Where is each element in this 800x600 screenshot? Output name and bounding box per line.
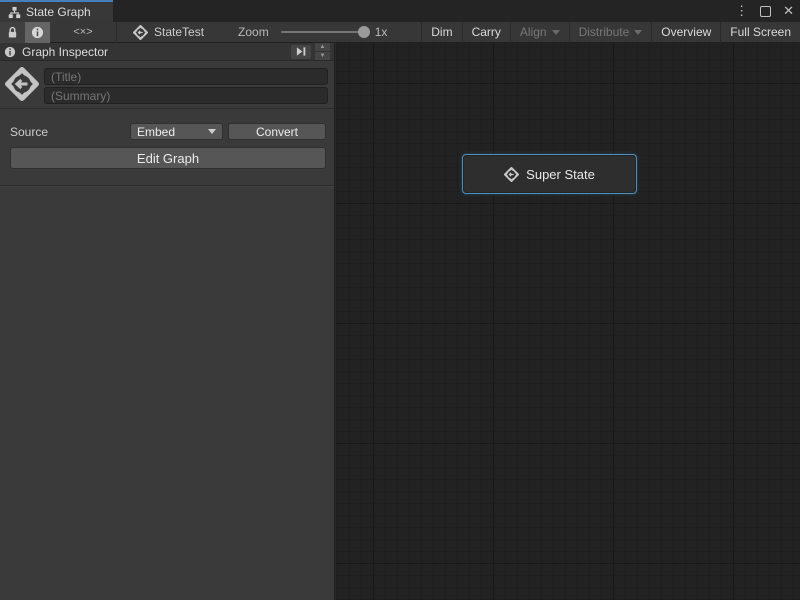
- window-tab-bar: State Graph ⋮ ✕: [0, 0, 800, 22]
- info-icon: [31, 26, 44, 39]
- inspector-header: Graph Inspector ▲ ▼: [0, 43, 334, 61]
- edit-graph-button[interactable]: Edit Graph: [10, 147, 326, 169]
- chevron-down-icon: [634, 30, 642, 35]
- distribute-button[interactable]: Distribute: [569, 22, 652, 43]
- zoom-slider[interactable]: [281, 31, 365, 33]
- skip-end-icon: [295, 46, 307, 57]
- maximize-icon[interactable]: [760, 6, 771, 17]
- full-screen-button[interactable]: Full Screen: [720, 22, 800, 43]
- divider: [0, 108, 334, 109]
- close-icon[interactable]: ✕: [783, 0, 794, 22]
- state-graph-icon: [504, 167, 519, 182]
- scroll-up-button[interactable]: ▲: [315, 43, 330, 51]
- source-dropdown[interactable]: Embed: [130, 123, 223, 140]
- align-button[interactable]: Align: [510, 22, 569, 43]
- carry-button[interactable]: Carry: [462, 22, 510, 43]
- zoom-value: 1x: [375, 25, 388, 39]
- breadcrumb-label: StateTest: [154, 25, 204, 39]
- scroll-down-button[interactable]: ▼: [315, 52, 330, 60]
- divider: [0, 185, 334, 186]
- hierarchy-icon: [8, 6, 21, 19]
- breadcrumb[interactable]: StateTest: [117, 25, 214, 40]
- info-toggle-button[interactable]: [25, 22, 50, 43]
- node-label: Super State: [526, 167, 595, 182]
- dim-button[interactable]: Dim: [421, 22, 461, 43]
- overview-button[interactable]: Overview: [651, 22, 720, 43]
- window-controls: ⋮ ✕: [735, 0, 794, 22]
- chevron-down-icon: [552, 30, 560, 35]
- tab-label: State Graph: [26, 5, 91, 19]
- graph-toolbar: <×> StateTest Zoom 1x Dim Carry Align: [0, 22, 800, 43]
- info-icon: [4, 46, 16, 58]
- code-icon: <×>: [73, 26, 92, 38]
- source-label: Source: [10, 125, 48, 139]
- tab-state-graph[interactable]: State Graph: [0, 0, 113, 22]
- title-field[interactable]: [44, 68, 328, 85]
- zoom-slider-thumb[interactable]: [358, 26, 370, 38]
- code-view-button[interactable]: <×>: [50, 22, 116, 43]
- inspector-title: Graph Inspector: [22, 45, 108, 59]
- summary-field[interactable]: [44, 87, 328, 104]
- toolbar-right-group: Dim Carry Align Distribute Overview Full…: [421, 22, 800, 43]
- zoom-label: Zoom: [238, 25, 269, 39]
- lock-icon: [7, 26, 18, 39]
- convert-button[interactable]: Convert: [228, 123, 326, 140]
- pin-panel-button[interactable]: [291, 45, 311, 59]
- graph-inspector-panel: Graph Inspector ▲ ▼ Source Embed: [0, 43, 335, 600]
- state-graph-icon: [133, 25, 148, 40]
- graph-canvas[interactable]: Super State: [336, 43, 800, 600]
- window-menu-icon[interactable]: ⋮: [735, 0, 748, 22]
- panel-scroll-stepper: ▲ ▼: [315, 43, 330, 60]
- lock-button[interactable]: [0, 22, 25, 43]
- zoom-control: Zoom 1x: [238, 25, 387, 39]
- source-dropdown-value: Embed: [137, 125, 175, 139]
- state-graph-icon: [5, 67, 39, 101]
- super-state-node[interactable]: Super State: [462, 154, 637, 194]
- chevron-down-icon: [208, 129, 216, 134]
